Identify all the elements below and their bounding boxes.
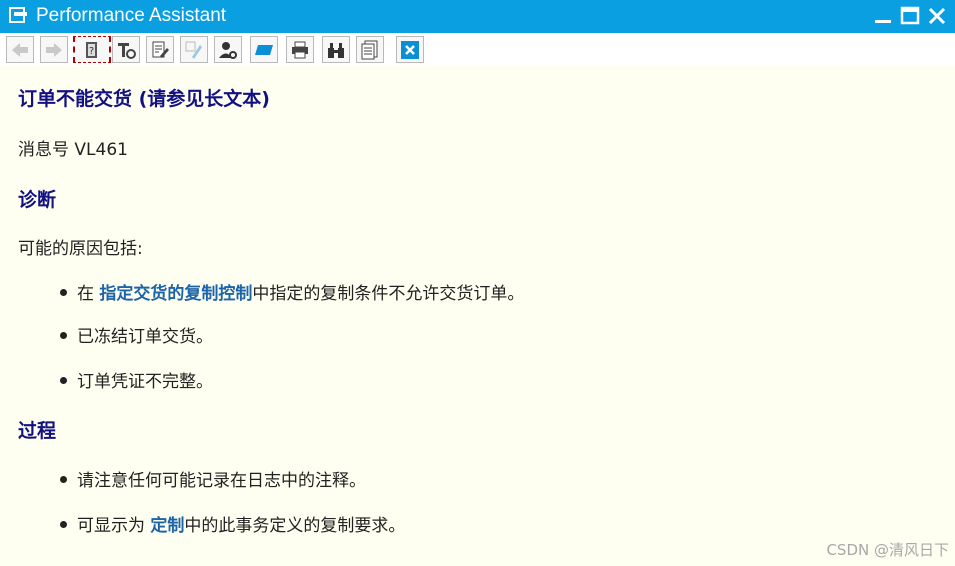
list-item: 订单凭证不完整。 [60,367,213,392]
user-key-icon [219,42,237,59]
step-1-text: 请注意任何可能记录在日志中的注释。 [77,471,366,491]
window-icon [9,7,27,23]
pen-icon [185,41,202,59]
back-button[interactable] [6,36,34,63]
copy-control-link[interactable]: 指定交货的复制控制 [99,284,252,304]
arrow-right-icon [46,43,62,57]
close-icon [401,41,419,59]
bullet-dot [60,288,67,296]
find-button[interactable] [322,36,350,63]
help-book-icon: ? [86,42,97,58]
printer-icon [292,41,308,59]
bullet-dot [60,331,67,339]
help-book-button[interactable]: ? [73,36,111,63]
diagnosis-heading: 诊断 [18,189,57,211]
step-2-prefix: 可显示为 [77,516,151,536]
customizing-link[interactable]: 定制 [150,516,184,536]
binoculars-icon [328,43,344,58]
page-title: 订单不能交货 (请参见长文本) [18,88,270,110]
highlight-button[interactable] [180,36,208,63]
toolbar: ? [0,33,955,66]
cause-3-text: 订单凭证不完整。 [77,372,213,392]
maximize-icon[interactable] [899,6,921,26]
watermark: CSDN @清风日下 [826,541,949,559]
user-key-button[interactable] [214,36,242,63]
document-icon [361,40,378,60]
close-help-button[interactable] [396,36,424,63]
edit-button[interactable] [146,36,174,63]
print-button[interactable] [286,36,314,63]
technical-info-button[interactable] [112,36,140,63]
procedure-heading: 过程 [18,420,57,442]
close-window-icon[interactable] [926,6,948,26]
list-item: 在 指定交货的复制控制中指定的复制条件不允许交货订单。 [60,279,524,304]
bullet-dot [60,376,67,384]
bullet-dot [60,520,67,528]
cause-1-suffix: 中指定的复制条件不允许交货订单。 [252,284,525,304]
window-title: Performance Assistant [36,5,227,26]
step-2-suffix: 中的此事务定义的复制要求。 [184,516,406,536]
cause-2-text: 已冻结订单交货。 [77,327,213,347]
diagnosis-intro: 可能的原因包括: [18,239,143,259]
message-number: 消息号 VL461 [18,140,128,160]
svg-text:?: ? [89,46,94,57]
bullet-dot [60,475,67,483]
list-item: 请注意任何可能记录在日志中的注释。 [60,466,366,491]
list-item: 可显示为 定制中的此事务定义的复制要求。 [60,511,405,536]
forward-button[interactable] [40,36,68,63]
cause-1-prefix: 在 [77,284,100,304]
list-item: 已冻结订单交货。 [60,322,213,347]
minimize-icon[interactable] [872,6,894,26]
display-button[interactable] [250,36,278,63]
folder-icon [255,45,273,55]
notes-button[interactable] [356,36,384,63]
arrow-left-icon [12,43,28,57]
title-bar: Performance Assistant [0,0,955,33]
tools-icon [118,43,136,59]
edit-icon [152,41,169,58]
